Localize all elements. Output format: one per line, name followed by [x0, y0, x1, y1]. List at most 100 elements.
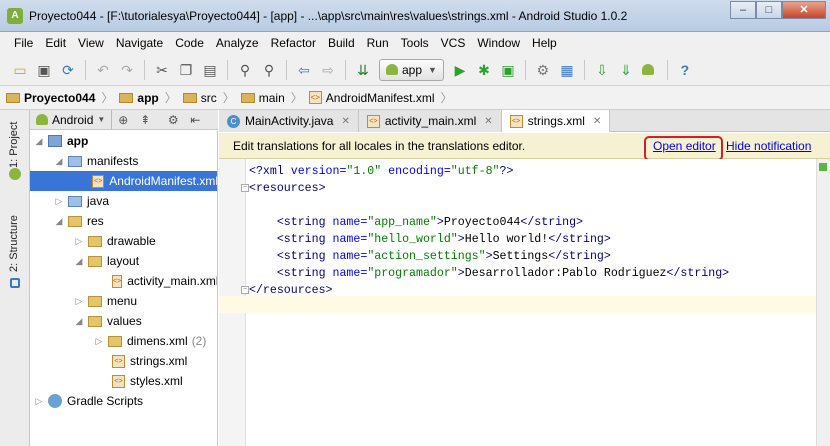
xml-file-icon: <> — [308, 91, 322, 104]
collapse-all-icon[interactable]: ⇞ — [138, 113, 152, 127]
tree-node-app[interactable]: ◢ app — [30, 131, 217, 151]
collapse-arrow-icon[interactable]: ▷ — [74, 296, 84, 307]
toolbar-divider — [345, 59, 346, 80]
menu-build[interactable]: Build — [328, 36, 355, 50]
menu-edit[interactable]: Edit — [45, 36, 66, 50]
tree-node-strings[interactable]: <> strings.xml — [30, 351, 217, 371]
code-line: <?xml version="1.0" encoding="utf-8"?> — [249, 165, 514, 178]
replace-icon[interactable]: ⚲ — [260, 61, 278, 79]
fold-marker-icon[interactable]: − — [241, 184, 249, 192]
breadcrumb-src[interactable]: src — [182, 91, 217, 105]
chevron-down-icon: ▼ — [97, 115, 106, 124]
code-editor[interactable]: − − <?xml version="1.0" encoding="utf-8"… — [219, 159, 830, 446]
avd-manager-icon[interactable]: ▦ — [558, 61, 576, 79]
breadcrumb-app[interactable]: app — [119, 91, 159, 105]
run-icon[interactable]: ▶ — [451, 61, 469, 79]
xml-file-icon: <> — [112, 374, 125, 388]
tree-node-java[interactable]: ▷ java — [30, 191, 217, 211]
breadcrumb-main[interactable]: main — [240, 91, 285, 105]
hide-notification-link[interactable]: Hide notification — [726, 139, 811, 153]
close-icon[interactable]: ✕ — [484, 116, 492, 127]
tree-node-menu[interactable]: ▷ menu — [30, 291, 217, 311]
vertical-scrollbar[interactable] — [816, 159, 830, 446]
close-icon[interactable]: ✕ — [341, 116, 349, 127]
gradle-icon — [48, 394, 62, 408]
collapse-arrow-icon[interactable]: ▷ — [94, 336, 104, 347]
tab-project[interactable]: 1: Project — [8, 122, 20, 168]
menu-code[interactable]: Code — [175, 36, 204, 50]
breadcrumb-project[interactable]: Proyecto044 — [6, 91, 95, 105]
forward-icon[interactable]: ⇨ — [319, 61, 337, 79]
help-icon[interactable]: ? — [676, 61, 694, 79]
expand-arrow-icon[interactable]: ◢ — [54, 216, 64, 227]
tree-node-res[interactable]: ◢ res — [30, 211, 217, 231]
sdk-manager-icon[interactable]: ⇩ — [593, 61, 611, 79]
monitor-icon[interactable]: ⇓ — [617, 61, 635, 79]
tab-activity-main[interactable]: <> activity_main.xml ✕ — [358, 110, 502, 132]
menu-tools[interactable]: Tools — [401, 36, 429, 50]
undo-icon[interactable]: ↶ — [94, 61, 112, 79]
collapse-arrow-icon[interactable]: ▷ — [54, 196, 64, 207]
copy-icon[interactable]: ❐ — [177, 61, 195, 79]
view-mode-selector[interactable]: Android ▼ — [36, 109, 113, 130]
expand-arrow-icon[interactable]: ◢ — [74, 316, 84, 327]
tree-node-manifests[interactable]: ◢ manifests — [30, 151, 217, 171]
folder-icon — [68, 215, 82, 227]
collapse-arrow-icon[interactable]: ▷ — [74, 236, 84, 247]
tree-node-gradle-scripts[interactable]: ▷ Gradle Scripts — [30, 391, 217, 411]
collapse-arrow-icon[interactable]: ▷ — [34, 396, 44, 407]
menu-run[interactable]: Run — [367, 36, 389, 50]
debug-icon[interactable]: ✱ — [475, 61, 493, 79]
redo-icon[interactable]: ↷ — [118, 61, 136, 79]
hide-panel-icon[interactable]: ⇤ — [188, 113, 202, 127]
tree-node-dimens[interactable]: ▷ dimens.xml (2) — [30, 331, 217, 351]
sync-icon[interactable]: ⟳ — [59, 61, 77, 79]
menu-file[interactable]: File — [14, 36, 33, 50]
run-config-selector[interactable]: app ▼ — [379, 58, 444, 81]
main-toolbar: ▭ ▣ ⟳ ↶ ↷ ✂ ❐ ▤ ⚲ ⚲ ⇦ ⇨ ⇊ app ▼ ▶ ✱ ▣ ⚙ … — [0, 54, 830, 86]
tree-node-styles[interactable]: <> styles.xml — [30, 371, 217, 391]
menu-view[interactable]: View — [78, 36, 104, 50]
toolbar-divider — [227, 59, 228, 80]
window-controls: – □ ✕ — [730, 1, 826, 19]
menu-analyze[interactable]: Analyze — [216, 36, 259, 50]
tab-mainactivity[interactable]: C MainActivity.java ✕ — [219, 110, 359, 132]
toolbar-divider — [524, 59, 526, 80]
expand-arrow-icon[interactable]: ◢ — [54, 156, 64, 167]
back-icon[interactable]: ⇦ — [295, 61, 313, 79]
folder-icon — [240, 92, 255, 103]
scroll-from-source-icon[interactable]: ⊕ — [116, 113, 130, 127]
tree-node-activity-main[interactable]: <> activity_main.xml — [30, 271, 217, 291]
code-content: <?xml version="1.0" encoding="utf-8"?> <… — [249, 163, 729, 299]
folder-icon — [182, 92, 197, 103]
project-structure-icon[interactable]: ⚙ — [534, 61, 552, 79]
make-icon[interactable]: ⇊ — [354, 61, 372, 79]
cut-icon[interactable]: ✂ — [153, 61, 171, 79]
tab-strings[interactable]: <> strings.xml ✕ — [501, 110, 611, 132]
minimize-button[interactable]: – — [730, 1, 756, 19]
attach-icon[interactable]: ▣ — [499, 61, 517, 79]
open-icon[interactable]: ▭ — [11, 61, 29, 79]
fold-marker-icon[interactable]: − — [241, 286, 249, 294]
tree-node-androidmanifest[interactable]: <> AndroidManifest.xml — [30, 171, 217, 191]
save-icon[interactable]: ▣ — [35, 61, 53, 79]
expand-arrow-icon[interactable]: ◢ — [34, 136, 44, 147]
breadcrumb-file[interactable]: <> AndroidManifest.xml — [308, 91, 435, 105]
close-button[interactable]: ✕ — [782, 1, 826, 19]
menu-help[interactable]: Help — [532, 36, 557, 50]
menu-refactor[interactable]: Refactor — [271, 36, 316, 50]
gear-icon[interactable]: ⚙ — [166, 113, 180, 127]
tree-node-values[interactable]: ◢ values — [30, 311, 217, 331]
tree-node-layout[interactable]: ◢ layout — [30, 251, 217, 271]
tree-node-drawable[interactable]: ▷ drawable — [30, 231, 217, 251]
paste-icon[interactable]: ▤ — [201, 61, 219, 79]
menu-navigate[interactable]: Navigate — [116, 36, 163, 50]
tab-structure[interactable]: 2: Structure — [8, 215, 20, 272]
expand-arrow-icon[interactable]: ◢ — [74, 256, 84, 267]
maximize-button[interactable]: □ — [756, 1, 782, 19]
find-icon[interactable]: ⚲ — [236, 61, 254, 79]
android-icon[interactable] — [641, 61, 659, 79]
menu-window[interactable]: Window — [477, 36, 520, 50]
menu-vcs[interactable]: VCS — [441, 36, 466, 50]
close-icon[interactable]: ✕ — [593, 116, 601, 127]
